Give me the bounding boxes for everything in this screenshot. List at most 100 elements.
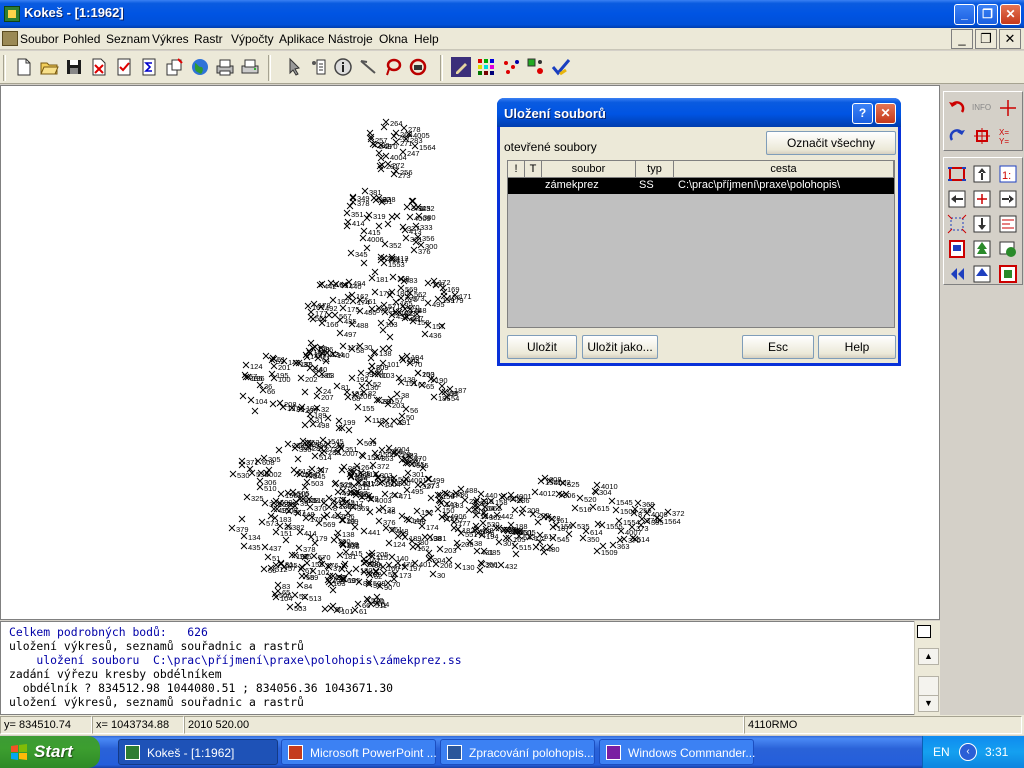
survey-point[interactable] <box>377 154 385 162</box>
survey-point[interactable]: 573 <box>258 518 279 528</box>
column-header-typ[interactable]: typ <box>636 161 674 178</box>
survey-point[interactable]: 503 <box>286 603 307 613</box>
layer-page-icon[interactable] <box>947 239 967 259</box>
survey-point[interactable]: 4009 <box>406 213 431 223</box>
menu-help[interactable]: Help <box>414 32 439 46</box>
survey-point[interactable]: 162 <box>409 543 430 553</box>
command-console[interactable]: Celkem podrobných bodů: 626 uložení výkre… <box>0 621 940 715</box>
survey-point[interactable]: 1545 <box>608 497 633 507</box>
survey-point[interactable]: 202 <box>297 374 318 384</box>
points-icon[interactable] <box>501 57 521 77</box>
survey-point[interactable] <box>366 129 374 137</box>
survey-point[interactable] <box>349 194 357 202</box>
pencil-icon[interactable] <box>451 57 471 77</box>
mdi-close-button[interactable]: ✕ <box>999 29 1021 49</box>
tree-icon[interactable] <box>972 239 992 259</box>
survey-point[interactable]: 1509 <box>593 547 618 557</box>
console-scrollbar[interactable]: ▲ ▼ <box>914 621 940 715</box>
survey-point[interactable] <box>343 222 351 230</box>
title-bar[interactable]: Kokeš - [1:1962] _ ❐ ✕ <box>0 0 1024 28</box>
survey-point[interactable]: 140 <box>388 553 409 563</box>
print-icon[interactable] <box>240 57 260 77</box>
undo-circle-icon[interactable] <box>408 57 428 77</box>
target-square-icon[interactable] <box>972 126 992 146</box>
task-word-document[interactable]: Zpracování polohopis... <box>440 739 595 765</box>
dialog-help-button[interactable]: ? <box>852 103 873 124</box>
survey-point[interactable] <box>518 509 526 517</box>
menu-soubor[interactable]: Soubor <box>20 32 59 46</box>
survey-point[interactable] <box>346 202 354 210</box>
scroll-up-button[interactable]: ▲ <box>918 648 939 665</box>
survey-point[interactable]: 1564 <box>359 452 384 462</box>
survey-point[interactable]: 66 <box>259 386 275 396</box>
column-header-flag[interactable]: ! <box>508 161 525 178</box>
survey-point[interactable] <box>238 515 246 523</box>
pan-left-icon[interactable] <box>947 189 967 209</box>
survey-point[interactable] <box>239 392 247 400</box>
layers-icon[interactable] <box>998 239 1018 259</box>
measure-icon[interactable] <box>358 57 378 77</box>
survey-point[interactable]: 376 <box>410 246 431 256</box>
esc-button[interactable]: Esc <box>742 335 814 359</box>
checklist-icon[interactable] <box>114 57 134 77</box>
survey-point[interactable]: 436 <box>421 330 442 340</box>
survey-point[interactable] <box>363 214 371 222</box>
survey-point[interactable] <box>251 407 259 415</box>
crosshair-icon[interactable] <box>998 98 1018 118</box>
undo-arrow-icon[interactable] <box>947 98 967 118</box>
survey-point[interactable]: 155 <box>354 403 375 413</box>
survey-point[interactable]: 55 <box>380 569 396 579</box>
redraw-icon[interactable] <box>998 214 1018 234</box>
survey-point[interactable]: 124 <box>385 539 406 549</box>
survey-point[interactable]: 150 <box>434 505 455 515</box>
menu-vykres[interactable]: Výkres <box>152 32 189 46</box>
survey-point[interactable] <box>393 212 401 220</box>
survey-point[interactable]: 30 <box>429 570 445 580</box>
center-view-icon[interactable] <box>972 189 992 209</box>
survey-point[interactable] <box>386 333 394 341</box>
help-button[interactable]: Help <box>818 335 896 359</box>
redo-arrow-icon[interactable] <box>947 126 967 146</box>
survey-point[interactable] <box>262 352 270 360</box>
survey-point[interactable]: 615 <box>589 503 610 513</box>
survey-point[interactable]: 441 <box>360 527 381 537</box>
menu-rastr[interactable]: Rastr <box>194 32 223 46</box>
survey-point[interactable]: 104 <box>247 396 268 406</box>
survey-point[interactable]: 181 <box>336 551 357 561</box>
close-button[interactable]: ✕ <box>1000 4 1021 25</box>
save-icon[interactable] <box>64 57 84 77</box>
survey-point[interactable]: 67 <box>297 565 313 575</box>
survey-point[interactable]: 379 <box>228 524 249 534</box>
menu-vypocty[interactable]: Výpočty <box>231 32 274 46</box>
minimize-button[interactable]: _ <box>954 4 975 25</box>
document-menu-icon[interactable] <box>2 31 18 46</box>
survey-point[interactable]: 264 <box>382 118 403 128</box>
survey-point[interactable]: 307 <box>495 538 516 548</box>
survey-point[interactable]: 68 <box>344 393 360 403</box>
menu-aplikace[interactable]: Aplikace <box>279 32 324 46</box>
zoom-extent-icon[interactable] <box>947 214 967 234</box>
dialog-close-button[interactable]: ✕ <box>875 103 896 124</box>
survey-point[interactable]: 134 <box>240 532 261 542</box>
survey-point[interactable]: 535 <box>569 521 590 531</box>
survey-point[interactable]: 67 <box>241 371 257 381</box>
survey-point[interactable]: 325 <box>243 493 264 503</box>
task-windows-commander[interactable]: Windows Commander... <box>599 739 755 765</box>
print-preview-icon[interactable] <box>215 57 235 77</box>
pan-down-icon[interactable] <box>972 214 992 234</box>
survey-point[interactable] <box>335 424 343 432</box>
survey-point[interactable] <box>301 388 309 396</box>
survey-point[interactable]: 130 <box>454 562 475 572</box>
survey-point[interactable]: 199 <box>335 417 356 427</box>
survey-point[interactable]: 379 <box>403 203 424 213</box>
new-file-icon[interactable] <box>14 57 34 77</box>
menu-pohled[interactable]: Pohled <box>63 32 100 46</box>
list-icon[interactable] <box>309 57 329 77</box>
mdi-minimize-button[interactable]: _ <box>951 29 973 49</box>
survey-point[interactable] <box>294 455 302 463</box>
survey-point[interactable]: 351 <box>343 209 364 219</box>
language-indicator[interactable]: EN <box>933 745 950 759</box>
lasso-icon[interactable] <box>383 57 403 77</box>
survey-point[interactable] <box>269 400 277 408</box>
survey-point[interactable]: 520 <box>576 494 597 504</box>
